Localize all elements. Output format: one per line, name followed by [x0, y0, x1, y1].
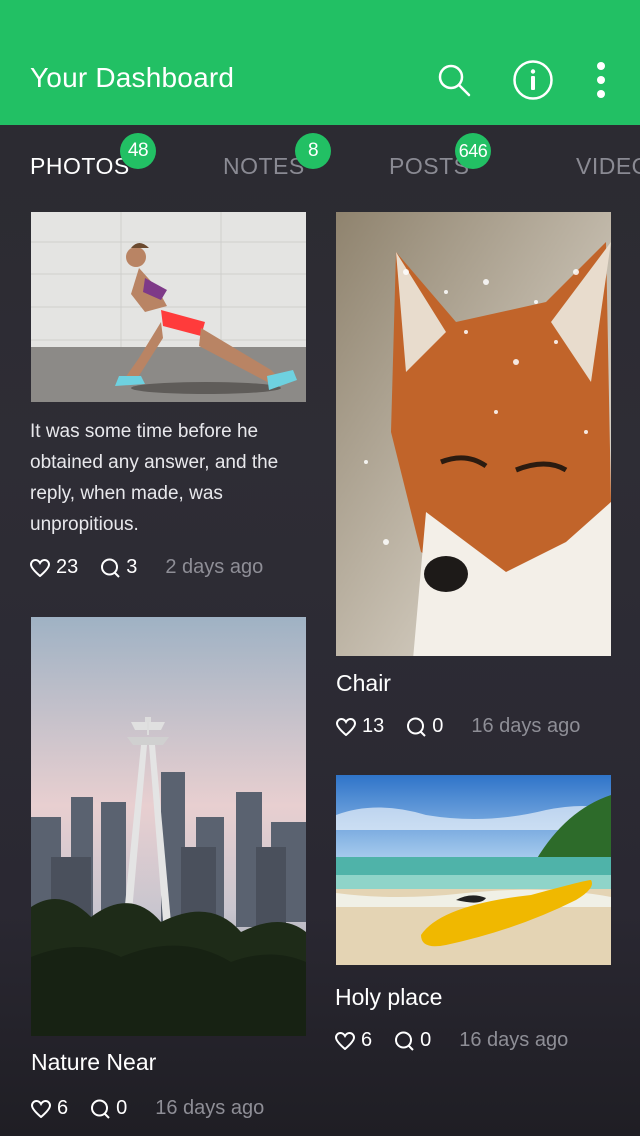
tab-notes-badge: 8 — [295, 133, 331, 169]
like-count: 6 — [57, 1097, 69, 1119]
city-skyline-photo[interactable] — [31, 617, 306, 1036]
woman-stretching-photo[interactable] — [31, 212, 306, 402]
comment-button[interactable]: 0 — [406, 715, 443, 738]
like-count: 13 — [362, 715, 385, 737]
beach-kayak-photo[interactable] — [336, 775, 611, 965]
timestamp: 16 days ago — [471, 715, 581, 737]
heart-icon — [30, 558, 50, 577]
like-count: 23 — [56, 556, 79, 578]
comment-icon — [91, 1099, 110, 1119]
heart-icon — [335, 1031, 355, 1050]
more-vertical-icon — [597, 62, 605, 98]
post-meta: 6 0 16 days ago — [335, 1029, 568, 1052]
post-caption: Holy place — [335, 984, 443, 1010]
timestamp: 16 days ago — [459, 1029, 569, 1051]
comment-count: 0 — [432, 715, 444, 737]
comment-icon — [407, 717, 426, 737]
comment-button[interactable]: 0 — [90, 1097, 127, 1120]
heart-icon — [336, 717, 356, 736]
comment-button[interactable]: 0 — [394, 1029, 431, 1052]
post-meta: 13 0 16 days ago — [336, 715, 580, 738]
like-button[interactable]: 6 — [335, 1029, 372, 1052]
tab-photos-badge: 48 — [120, 133, 156, 169]
comment-count: 0 — [116, 1097, 128, 1119]
info-button[interactable] — [511, 58, 555, 102]
comment-icon — [101, 558, 120, 578]
like-button[interactable]: 13 — [336, 715, 384, 738]
like-count: 6 — [361, 1029, 373, 1051]
search-button[interactable] — [432, 58, 476, 102]
comment-count: 3 — [126, 556, 138, 578]
tab-video[interactable]: VIDEO — [576, 153, 640, 180]
page-title: Your Dashboard — [30, 62, 235, 93]
post-meta: 23 3 2 days ago — [30, 556, 263, 579]
post-meta: 6 0 16 days ago — [31, 1097, 264, 1120]
like-button[interactable]: 6 — [31, 1097, 68, 1120]
app-bar: Your Dashboard — [0, 0, 640, 125]
timestamp: 2 days ago — [165, 556, 264, 578]
comment-count: 0 — [420, 1029, 432, 1051]
comment-icon — [395, 1031, 414, 1051]
like-button[interactable]: 23 — [30, 556, 78, 579]
post-caption: Chair — [336, 670, 391, 696]
post-text: It was some time before he obtained any … — [30, 421, 279, 535]
overflow-menu-button[interactable] — [579, 58, 623, 102]
heart-icon — [31, 1099, 51, 1118]
snowy-fox-photo[interactable] — [336, 212, 611, 656]
search-icon — [438, 64, 471, 97]
tab-notes[interactable]: NOTES — [223, 153, 305, 180]
comment-button[interactable]: 3 — [100, 556, 137, 579]
post-caption: Nature Near — [31, 1049, 157, 1075]
tab-bar: PHOTOS 48 NOTES 8 POSTS 646 VIDEO — [0, 125, 640, 205]
info-icon — [513, 60, 553, 100]
tab-photos[interactable]: PHOTOS — [30, 153, 130, 180]
tab-posts-badge: 646 — [455, 133, 491, 169]
timestamp: 16 days ago — [155, 1097, 265, 1119]
